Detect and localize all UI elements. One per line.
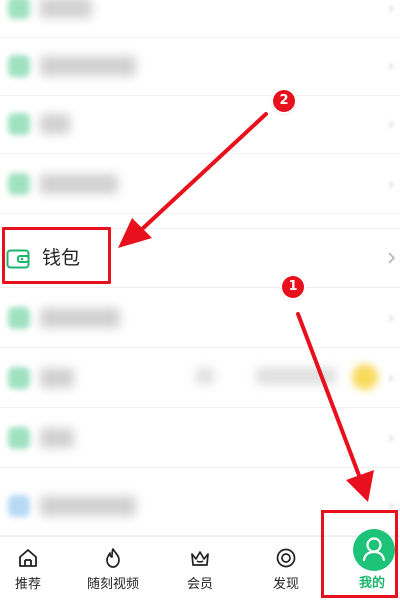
blurred-item-icon bbox=[8, 427, 30, 449]
annotation-box-mine-tab bbox=[321, 510, 398, 598]
blurred-item-icon bbox=[8, 173, 30, 195]
tab-label: 推荐 bbox=[14, 577, 41, 592]
blurred-item-text bbox=[40, 496, 136, 516]
blurred-list-item[interactable]: › bbox=[0, 290, 400, 348]
chevron-right-icon bbox=[388, 252, 396, 264]
home-icon bbox=[19, 549, 37, 567]
blurred-list-item[interactable]: › bbox=[0, 156, 400, 214]
step-badge-2: 2 bbox=[273, 90, 295, 112]
flame-icon bbox=[106, 548, 120, 568]
chevron-right-icon: › bbox=[388, 174, 395, 193]
blurred-item-text bbox=[40, 174, 118, 194]
blurred-list-item[interactable]: › bbox=[0, 96, 400, 154]
blurred-list-item[interactable]: › bbox=[0, 410, 400, 468]
tab-label: 发现 bbox=[272, 577, 299, 592]
blurred-item-icon bbox=[8, 307, 30, 329]
chevron-right-icon: › bbox=[388, 0, 395, 17]
blurred-item-text bbox=[40, 56, 136, 76]
blurred-list-item[interactable]: › bbox=[0, 350, 400, 408]
chevron-right-icon: › bbox=[388, 56, 395, 75]
blurred-list-item[interactable]: › bbox=[0, 0, 400, 38]
blurred-item-tag bbox=[196, 368, 214, 384]
blurred-item-icon bbox=[8, 0, 30, 19]
tab-discover[interactable]: 发现 bbox=[258, 537, 314, 600]
tab-label: 随刻视频 bbox=[86, 577, 139, 592]
blurred-item-text bbox=[40, 368, 74, 388]
blurred-item-text bbox=[40, 428, 74, 448]
crown-icon bbox=[191, 551, 209, 566]
annotation-box-wallet bbox=[2, 227, 111, 284]
tab-recommend[interactable]: 推荐 bbox=[0, 537, 56, 600]
chevron-right-icon: › bbox=[388, 114, 395, 133]
blurred-list-item[interactable]: › bbox=[0, 38, 400, 96]
blurred-item-subtext bbox=[256, 368, 336, 384]
tab-suike-video[interactable]: 随刻视频 bbox=[78, 537, 148, 600]
discover-icon bbox=[276, 548, 296, 568]
blurred-item-icon bbox=[8, 55, 30, 77]
step-badge-1: 1 bbox=[282, 276, 304, 298]
tab-label: 会员 bbox=[186, 577, 213, 592]
profile-screen: › › › › 钱包 › › › › 推荐 随刻视频 会员 发现 我的 2 1 bbox=[0, 0, 400, 600]
chevron-right-icon: › bbox=[388, 308, 395, 327]
tab-vip[interactable]: 会员 bbox=[172, 537, 228, 600]
blurred-item-icon bbox=[8, 367, 30, 389]
coin-icon bbox=[352, 364, 378, 390]
chevron-right-icon: › bbox=[388, 368, 395, 387]
blurred-item-text bbox=[40, 114, 70, 134]
blurred-item-icon bbox=[8, 113, 30, 135]
chevron-right-icon: › bbox=[388, 428, 395, 447]
blurred-item-icon bbox=[8, 495, 30, 517]
blurred-item-text bbox=[40, 0, 92, 18]
blurred-item-text bbox=[40, 308, 120, 328]
